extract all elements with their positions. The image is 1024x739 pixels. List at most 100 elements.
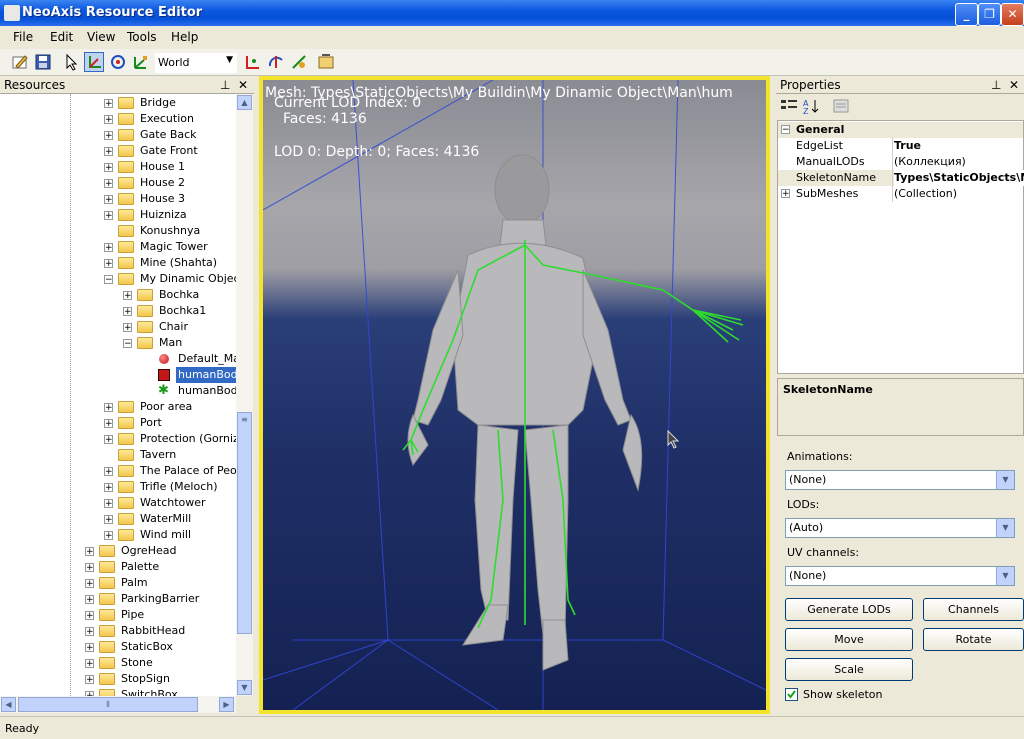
tree-item[interactable]: + RabbitHead — [0, 623, 236, 639]
scroll-up-icon[interactable]: ▲ — [237, 95, 252, 110]
property-row[interactable]: + SubMeshes (Collection) — [778, 186, 1023, 202]
close-button[interactable]: ✕ — [1001, 3, 1024, 26]
category-general[interactable]: − General — [778, 122, 1023, 138]
menu-help[interactable]: Help — [171, 30, 198, 44]
tree-item[interactable]: + Poor area — [0, 399, 236, 415]
tree-item[interactable]: + The Palace of People — [0, 463, 236, 479]
expand-icon[interactable]: + — [104, 195, 113, 205]
tree-item[interactable]: + Magic Tower — [0, 239, 236, 255]
expand-icon[interactable]: + — [123, 307, 132, 317]
tree-item[interactable]: ✱ humanBody.skeleton — [0, 383, 236, 399]
property-row-selected[interactable]: SkeletonName Types\StaticObjects\M — [778, 170, 1024, 186]
tree-item[interactable]: + Chair — [0, 319, 236, 335]
expand-icon[interactable]: + — [104, 483, 113, 493]
expand-icon[interactable]: + — [85, 643, 94, 653]
categorized-view-icon[interactable] — [779, 97, 799, 115]
edit-icon[interactable] — [10, 52, 30, 72]
expand-icon[interactable]: + — [123, 323, 132, 333]
expand-icon[interactable]: + — [104, 467, 113, 477]
tree-item[interactable]: + Watchtower — [0, 495, 236, 511]
tree-item[interactable]: + House 2 — [0, 175, 236, 191]
select-cursor-icon[interactable] — [61, 52, 81, 72]
tree-item[interactable]: + OgreHead — [0, 543, 236, 559]
pin-icon[interactable]: ⊥ — [220, 76, 230, 94]
expand-icon[interactable]: + — [781, 189, 790, 199]
tree-item[interactable]: + Gate Front — [0, 143, 236, 159]
tree-item[interactable]: + Huizniza — [0, 207, 236, 223]
expand-icon[interactable]: + — [123, 291, 132, 301]
tree-item[interactable]: + Trifle (Meloch) — [0, 479, 236, 495]
scale-button[interactable]: Scale — [785, 658, 913, 681]
tree-item[interactable]: Tavern — [0, 447, 236, 463]
menu-edit[interactable]: Edit — [50, 30, 73, 44]
hscroll-thumb[interactable]: ⦀ — [18, 697, 198, 712]
rotate-snap-icon[interactable] — [266, 52, 286, 72]
save-icon[interactable] — [33, 52, 53, 72]
expand-icon[interactable]: + — [85, 675, 94, 685]
expand-icon[interactable]: + — [104, 243, 113, 253]
menu-view[interactable]: View — [87, 30, 115, 44]
tree-item[interactable]: + Execution — [0, 111, 236, 127]
scroll-down-icon[interactable]: ▼ — [237, 680, 252, 695]
expand-icon[interactable]: + — [104, 403, 113, 413]
channels-button[interactable]: Channels — [923, 598, 1024, 621]
tree-item[interactable]: + StaticBox — [0, 639, 236, 655]
move-button[interactable]: Move — [785, 628, 913, 651]
close-panel-icon[interactable]: ✕ — [238, 76, 248, 94]
tree-vertical-scrollbar[interactable]: ▲ ≡ ▼ — [236, 94, 253, 696]
expand-icon[interactable]: + — [85, 659, 94, 669]
tree-item[interactable]: + Wind mill — [0, 527, 236, 543]
scroll-right-icon[interactable]: ▶ — [219, 697, 234, 712]
property-value[interactable]: Types\StaticObjects\M — [894, 170, 1024, 186]
animations-select[interactable]: (None) ▼ — [785, 470, 1015, 490]
menu-file[interactable]: File — [13, 30, 33, 44]
uv-channels-select[interactable]: (None) ▼ — [785, 566, 1015, 586]
expand-icon[interactable]: + — [104, 115, 113, 125]
property-value[interactable]: (Коллекция) — [894, 154, 966, 170]
expand-icon[interactable]: + — [104, 99, 113, 109]
rotate-icon[interactable] — [108, 52, 128, 72]
tree-item[interactable]: + SwitchBox — [0, 687, 236, 696]
expand-icon[interactable]: + — [104, 499, 113, 509]
expand-icon[interactable]: + — [104, 163, 113, 173]
tree-item[interactable]: + Palette — [0, 559, 236, 575]
generate-lods-button[interactable]: Generate LODs — [785, 598, 913, 621]
tree-item[interactable]: + Stone — [0, 655, 236, 671]
tree-item[interactable]: + Port — [0, 415, 236, 431]
properties-icon[interactable] — [316, 52, 336, 72]
sort-alphabetical-icon[interactable]: AZ — [801, 97, 821, 116]
scale-icon[interactable] — [131, 52, 151, 72]
expand-icon[interactable]: + — [104, 435, 113, 445]
chevron-down-icon[interactable]: ▼ — [996, 567, 1014, 585]
tree-item[interactable]: + Mine (Shahta) — [0, 255, 236, 271]
tree-item[interactable]: + WaterMill — [0, 511, 236, 527]
pin-icon[interactable]: ⊥ — [991, 76, 1001, 94]
scene[interactable]: Mesh: Types\StaticObjects\My Buildin\My … — [263, 80, 766, 710]
chevron-down-icon[interactable]: ▼ — [996, 519, 1014, 537]
collapse-icon[interactable]: − — [123, 339, 132, 349]
collapse-icon[interactable]: − — [781, 125, 790, 135]
chevron-down-icon[interactable]: ▼ — [996, 471, 1014, 489]
close-panel-icon[interactable]: ✕ — [1009, 76, 1019, 94]
menu-tools[interactable]: Tools — [127, 30, 157, 44]
maximize-button[interactable]: ❐ — [978, 3, 1001, 26]
tree-item[interactable]: − My Dinamic Object — [0, 271, 236, 287]
transform-space-select[interactable]: World ▼ — [155, 53, 237, 73]
expand-icon[interactable]: + — [85, 595, 94, 605]
rotate-button[interactable]: Rotate — [923, 628, 1024, 651]
expand-icon[interactable]: + — [85, 547, 94, 557]
expand-icon[interactable]: + — [85, 579, 94, 589]
expand-icon[interactable]: + — [85, 627, 94, 637]
tree-item[interactable]: + Bochka1 — [0, 303, 236, 319]
expand-icon[interactable]: + — [85, 563, 94, 573]
property-row[interactable]: ManualLODs (Коллекция) — [778, 154, 1023, 170]
expand-icon[interactable]: + — [104, 515, 113, 525]
expand-icon[interactable]: + — [104, 259, 113, 269]
tree-item[interactable]: + Palm — [0, 575, 236, 591]
expand-icon[interactable]: + — [104, 419, 113, 429]
collapse-icon[interactable]: − — [104, 275, 113, 285]
tree-item[interactable]: + Bochka — [0, 287, 236, 303]
property-pages-icon[interactable] — [831, 97, 851, 115]
tree-item[interactable]: + Protection (Gornizon) — [0, 431, 236, 447]
axes-move-icon[interactable] — [84, 52, 104, 72]
